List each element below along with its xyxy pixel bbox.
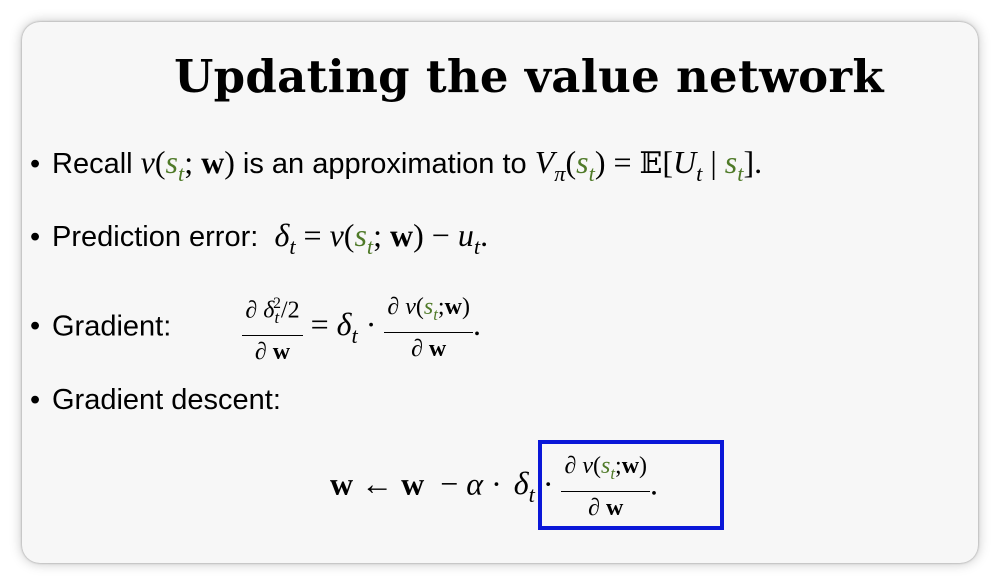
gradient-label: Gradient: (52, 310, 172, 343)
gradient-rhs-fraction: ∂ v(st;w) ∂ w (384, 293, 473, 363)
bullet-gradient-descent: • Gradient descent: (30, 384, 281, 417)
prediction-error-formula: δt = v(st; w) − ut. (274, 217, 489, 259)
bullet-dot: • (30, 310, 41, 343)
slide: Updating the value network • Recall v(st;… (22, 22, 978, 563)
gradient-lhs-fraction: ∂ δt2/2 ∂ w (242, 290, 303, 366)
bullet-gradient: • Gradient: ∂ δt2/2 ∂ w = δt · ∂ v(st;w) … (30, 290, 481, 366)
slide-title: Updating the value network (174, 50, 884, 103)
recall-label: Recall (52, 148, 133, 180)
expected-return-formula: Vπ(st) = 𝔼[Ut | st]. (534, 144, 763, 186)
bullet-dot: • (30, 221, 41, 253)
value-function-formula: v(st; w) (140, 144, 235, 186)
bullet-recall: • Recall v(st; w) is an approximation to … (30, 144, 762, 187)
bullet-dot: • (30, 148, 41, 180)
recall-mid-text: is an approximation to (242, 148, 527, 180)
gradient-formula: ∂ δt2/2 ∂ w = δt · ∂ v(st;w) ∂ w . (242, 294, 481, 365)
bullet-prediction-error: • Prediction error: δt = v(st; w) − ut. (30, 217, 488, 260)
highlight-box (538, 440, 724, 530)
descent-label: Gradient descent: (52, 384, 281, 416)
prediction-label: Prediction error: (52, 221, 259, 253)
bullet-dot: • (30, 384, 41, 416)
